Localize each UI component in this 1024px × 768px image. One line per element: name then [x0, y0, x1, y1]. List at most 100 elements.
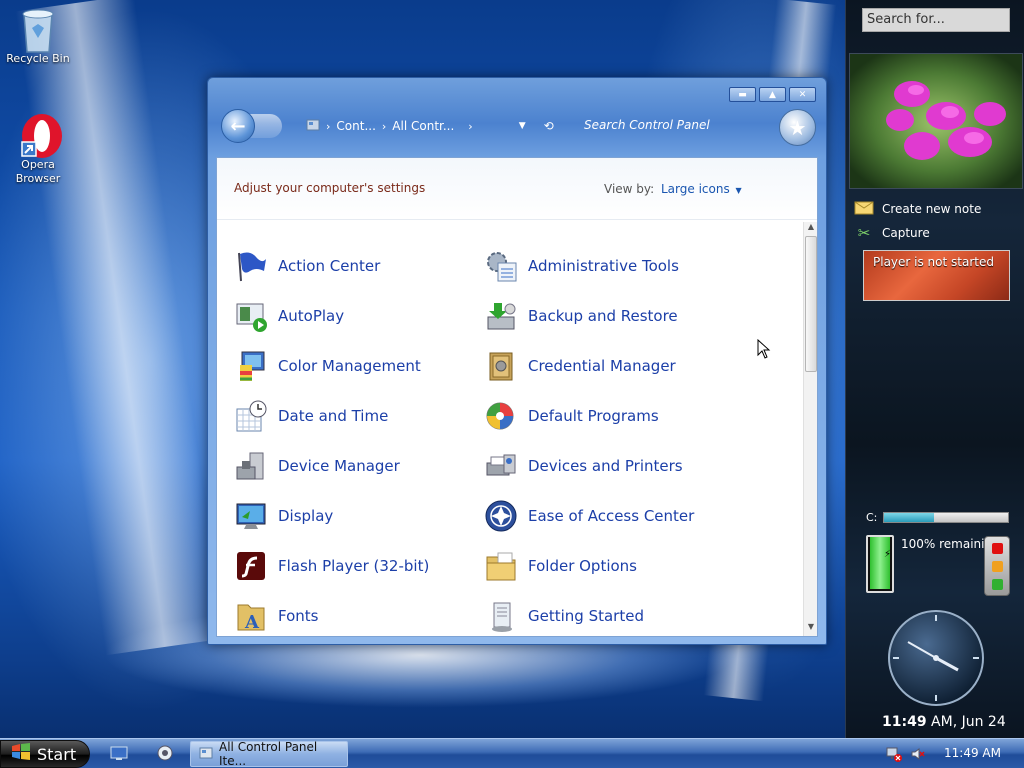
recycle-bin-shortcut[interactable]: Recycle Bin: [6, 6, 70, 65]
show-desktop-icon[interactable]: [110, 745, 128, 761]
cp-item-label: Getting Started: [528, 607, 644, 625]
sidebar-search-input[interactable]: Search for...: [862, 8, 1010, 32]
tray-clock[interactable]: 11:49 AM: [944, 746, 1001, 760]
create-note-row[interactable]: Create new note: [854, 199, 981, 218]
view-by-dropdown[interactable]: Large icons ▼: [661, 182, 742, 196]
sidebar-clock-text: 11:49 AM, Jun 24: [882, 714, 1006, 730]
cp-item-label: Date and Time: [278, 407, 389, 425]
cp-item-ease-of-access[interactable]: Ease of Access Center: [484, 498, 694, 534]
chevron-down-icon: ▼: [735, 186, 742, 195]
scissors-icon: ✂: [857, 224, 871, 242]
folder-icon: [484, 549, 518, 583]
windows-logo-icon: [11, 743, 31, 765]
breadcrumb-all-items[interactable]: All Contr...: [392, 119, 454, 133]
backup-icon: [484, 299, 518, 333]
taskbar-control-panel-button[interactable]: All Control Panel Ite...: [190, 740, 348, 768]
fonts-folder-icon: A: [234, 599, 268, 633]
recycle-bin-icon: [16, 6, 60, 53]
scroll-up-icon[interactable]: ▲: [804, 222, 817, 234]
opera-browser-shortcut[interactable]: Opera Browser: [6, 112, 70, 186]
sidebar-clock-date: AM, Jun 24: [931, 714, 1006, 730]
cp-item-flash-player[interactable]: Flash Player (32-bit): [234, 548, 429, 584]
device-manager-icon: [234, 449, 268, 483]
cp-item-fonts[interactable]: A Fonts: [234, 598, 318, 634]
autoplay-icon: [234, 299, 268, 333]
breadcrumb-separator-icon[interactable]: ›: [468, 120, 472, 133]
mouse-cursor-icon: [757, 339, 771, 359]
disk-label: C:: [866, 511, 878, 524]
opera-icon: [16, 112, 62, 158]
taskbar-task-label: All Control Panel Ite...: [219, 740, 318, 768]
cp-item-label: AutoPlay: [278, 307, 345, 325]
network-icon[interactable]: [886, 746, 902, 766]
vertical-scrollbar[interactable]: ▲ ▼: [803, 222, 817, 636]
cp-item-autoplay[interactable]: AutoPlay: [234, 298, 344, 334]
cp-item-color-management[interactable]: Color Management: [234, 348, 421, 384]
minimize-button[interactable]: ▬: [729, 87, 756, 102]
favorites-star-button[interactable]: ★: [779, 109, 816, 146]
address-dropdown-icon[interactable]: ▼: [519, 121, 526, 131]
flash-icon: [234, 549, 268, 583]
battery-gauge: ⚡: [866, 535, 894, 593]
maximize-button[interactable]: ▲: [759, 87, 786, 102]
admin-tools-icon: [484, 249, 518, 283]
scroll-down-icon[interactable]: ▼: [804, 622, 817, 634]
flag-icon: [234, 249, 268, 283]
control-panel-window: ▬ ▲ ✕ ← › Cont... › All Contr... › ▼ ⟲ S…: [207, 77, 827, 645]
cp-item-administrative-tools[interactable]: Administrative Tools: [484, 248, 679, 284]
ease-of-access-icon: [484, 499, 518, 533]
cp-item-date-time[interactable]: Date and Time: [234, 398, 388, 434]
plug-icon: ⚡: [884, 549, 892, 560]
cp-item-action-center[interactable]: Action Center: [234, 248, 380, 284]
refresh-icon[interactable]: ⟲: [544, 119, 554, 133]
content-pane: Adjust your computer's settings View by:…: [216, 157, 818, 637]
start-label: Start: [37, 744, 77, 764]
battery-fill: [870, 537, 890, 589]
getting-started-icon: [484, 599, 518, 633]
cp-item-device-manager[interactable]: Device Manager: [234, 448, 400, 484]
media-player-gadget[interactable]: Player is not started: [863, 250, 1010, 301]
svg-text:A: A: [244, 612, 260, 633]
taskbar: Start All Control Panel Ite... 11:49 AM: [0, 738, 1024, 768]
address-bar[interactable]: › Cont... › All Contr... › ▼ ⟲: [306, 116, 554, 136]
note-icon: [854, 199, 874, 218]
cp-item-backup-restore[interactable]: Backup and Restore: [484, 298, 678, 334]
scroll-thumb[interactable]: [805, 236, 817, 372]
page-heading: Adjust your computer's settings: [234, 181, 426, 195]
battery-traffic-light: [984, 536, 1010, 596]
opera-label: Opera Browser: [15, 158, 61, 185]
cp-item-label: Fonts: [278, 607, 319, 625]
green-light-icon: [992, 579, 1003, 590]
system-tray: 11:49 AM: [860, 741, 1024, 767]
search-control-panel-input[interactable]: Search Control Panel: [584, 118, 710, 132]
breadcrumb-separator-icon: ›: [326, 119, 331, 133]
view-by-value: Large icons: [661, 182, 730, 196]
content-header: Adjust your computer's settings View by:…: [217, 158, 817, 220]
cp-item-label: Device Manager: [278, 457, 400, 475]
cp-item-display[interactable]: Display: [234, 498, 333, 534]
cp-item-default-programs[interactable]: Default Programs: [484, 398, 659, 434]
default-programs-icon: [484, 399, 518, 433]
control-panel-small-icon: [306, 118, 320, 135]
breadcrumb-control-panel[interactable]: Cont...: [336, 119, 375, 133]
cp-item-credential-manager[interactable]: Credential Manager: [484, 348, 676, 384]
red-light-icon: [992, 543, 1003, 554]
capture-row[interactable]: ✂ Capture: [854, 224, 930, 242]
volume-muted-icon[interactable]: [910, 746, 926, 766]
cp-item-label: Backup and Restore: [528, 307, 678, 325]
close-button[interactable]: ✕: [789, 87, 816, 102]
cp-item-label: Administrative Tools: [528, 257, 679, 275]
disk-usage-fill: [884, 513, 934, 522]
slideshow-photo[interactable]: [849, 53, 1023, 189]
cp-item-label: Default Programs: [528, 407, 659, 425]
start-button[interactable]: Start: [0, 740, 90, 768]
cp-item-getting-started[interactable]: Getting Started: [484, 598, 644, 634]
cp-item-devices-printers[interactable]: Devices and Printers: [484, 448, 683, 484]
view-by-label: View by:: [604, 182, 655, 196]
back-button[interactable]: ←: [221, 109, 255, 143]
wallpaper-streak: [15, 0, 225, 656]
cp-item-folder-options[interactable]: Folder Options: [484, 548, 637, 584]
recycle-bin-label: Recycle Bin: [6, 52, 70, 65]
media-player-quicklaunch-icon[interactable]: [156, 745, 174, 761]
create-note-label: Create new note: [882, 201, 982, 216]
